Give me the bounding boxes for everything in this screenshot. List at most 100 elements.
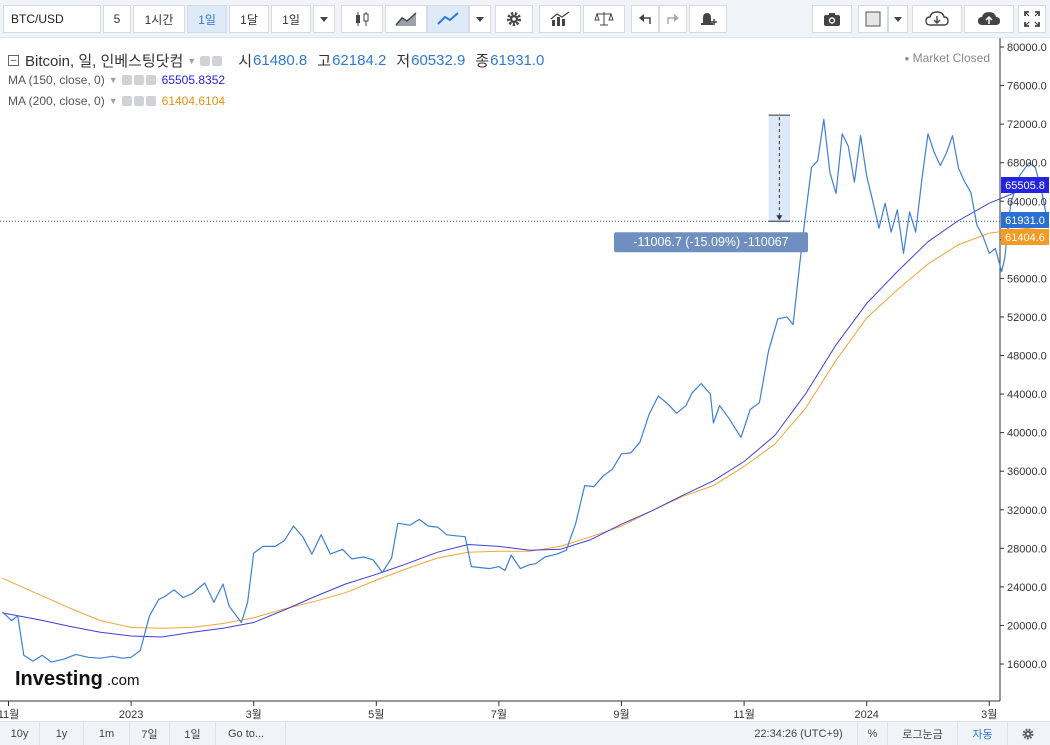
legend-caret-icon[interactable]: ▼ xyxy=(109,75,118,85)
top-toolbar: BTC/USD 5 1시간 1일 1달 1일 xyxy=(0,0,1050,38)
open-value: 61480.8 xyxy=(253,52,308,69)
legend-caret-icon[interactable]: ▼ xyxy=(109,96,118,106)
go-to-date-button[interactable]: Go to... xyxy=(216,722,286,745)
time-axis-label: 5월 xyxy=(368,708,384,721)
market-status: ● Market Closed xyxy=(904,51,990,65)
price-axis-label: 80000.0 xyxy=(1007,42,1047,54)
time-axis-label: 3월 xyxy=(246,708,262,721)
ma200-legend: MA (200, close, 0) ▼ 61404.6104 xyxy=(8,94,225,108)
fullscreen-icon xyxy=(1024,11,1040,27)
series-controls[interactable] xyxy=(200,55,223,66)
main-series-legend: – Bitcoin, 일, 인베스팅닷컴 ▼ 시 61480.8 고 62184.2… xyxy=(8,50,544,71)
cloud-upload-icon xyxy=(978,12,1000,25)
collapse-legend-toggle[interactable]: – xyxy=(8,55,19,66)
price-axis-label: 16000.0 xyxy=(1007,659,1047,671)
bottom-toolbar: 10y 1y 1m 7일 1일 Go to... 22:34:26 (UTC+9… xyxy=(0,721,1050,745)
series-title: Bitcoin, 일, 인베스팅닷컴 xyxy=(25,53,184,70)
save-layout-button[interactable] xyxy=(964,5,1014,33)
price-chart[interactable]: -11006.7 (-15.09%) -110067 16000.0 20000.… xyxy=(0,38,1050,721)
ma150-value: 65505.8352 xyxy=(161,73,226,87)
redo-icon xyxy=(667,14,679,24)
chevron-down-icon xyxy=(476,16,484,22)
redo-button[interactable] xyxy=(659,5,687,33)
low-label: 저 xyxy=(396,53,411,70)
ma200-label: MA (200, close, 0) xyxy=(8,94,105,108)
area-chart-button[interactable] xyxy=(385,5,427,33)
time-axis-label: 2023 xyxy=(119,709,143,721)
interval-custom[interactable]: 1일 xyxy=(271,5,311,33)
symbol-search-input[interactable]: BTC/USD xyxy=(3,5,101,33)
price-axis-label: 32000.0 xyxy=(1007,505,1047,517)
price-axis-label: 44000.0 xyxy=(1007,389,1047,401)
log-scale-toggle[interactable]: 로그눈금 xyxy=(888,722,958,745)
chart-app: BTC/USD 5 1시간 1일 1달 1일 -11006.7 (-15.09%… xyxy=(0,0,1050,745)
measure-label-layer: -11006.7 (-15.09%) -110067 xyxy=(614,232,808,253)
color-swatch-icon xyxy=(865,11,881,27)
time-axis-label: 7월 xyxy=(491,708,507,721)
ma150-label: MA (150, close, 0) xyxy=(8,73,105,87)
ma200-line xyxy=(2,225,1048,629)
undo-icon xyxy=(639,14,651,24)
interval-5[interactable]: 5 xyxy=(103,5,131,33)
price-axis-label: 28000.0 xyxy=(1007,543,1047,555)
alert-button[interactable] xyxy=(689,5,727,33)
load-layout-button[interactable] xyxy=(912,5,962,33)
ma150-controls[interactable] xyxy=(121,75,156,85)
price-axis-label: 52000.0 xyxy=(1007,312,1047,324)
candlestick-icon xyxy=(356,12,369,26)
scales-icon xyxy=(594,12,614,26)
compare-button[interactable] xyxy=(583,5,625,33)
settings-button[interactable] xyxy=(495,5,533,33)
high-value: 62184.2 xyxy=(332,52,387,69)
range-1d[interactable]: 1일 xyxy=(170,722,216,745)
legend-caret-icon[interactable]: ▼ xyxy=(187,56,196,66)
color-dropdown-button[interactable] xyxy=(888,5,908,33)
time-axis-label: 3월 xyxy=(981,708,997,721)
high-label: 고 xyxy=(317,53,332,70)
range-1m[interactable]: 1m xyxy=(84,722,130,745)
measure-label-text: -11006.7 (-15.09%) -110067 xyxy=(633,235,788,249)
logo-suffix: .com xyxy=(107,672,140,689)
candlestick-chart-button[interactable] xyxy=(341,5,383,33)
range-7d[interactable]: 7일 xyxy=(130,722,170,745)
measure-tool[interactable] xyxy=(768,114,791,222)
chart-settings-button[interactable] xyxy=(1008,722,1048,745)
interval-1mo[interactable]: 1달 xyxy=(229,5,269,33)
low-value: 60532.9 xyxy=(411,52,466,69)
time-axis-label: 2024 xyxy=(854,709,878,721)
status-dot-icon: ● xyxy=(904,54,910,63)
indicators-button[interactable] xyxy=(539,5,581,33)
line-chart-button[interactable] xyxy=(427,5,469,33)
bell-plus-icon xyxy=(701,13,717,25)
interval-1h[interactable]: 1시간 xyxy=(133,5,185,33)
ma200-controls[interactable] xyxy=(121,96,156,106)
undo-button[interactable] xyxy=(631,5,659,33)
snapshot-button[interactable] xyxy=(812,5,852,33)
price-axis-label: 76000.0 xyxy=(1007,81,1047,93)
price-axis-label: 20000.0 xyxy=(1007,620,1047,632)
chevron-down-icon xyxy=(320,16,328,22)
clock-timezone[interactable]: 22:34:26 (UTC+9) xyxy=(740,722,858,745)
close-label: 종 xyxy=(475,53,490,70)
interval-dropdown-button[interactable] xyxy=(313,5,335,33)
close-price-tag-label: 61931.0 xyxy=(1005,215,1045,227)
range-1y[interactable]: 1y xyxy=(40,722,84,745)
auto-scale-toggle[interactable]: 자동 xyxy=(958,722,1008,745)
indicators-icon xyxy=(550,11,570,26)
price-axis-labels: 16000.0 20000.0 24000.0 28000.0 32000.0 36000… xyxy=(1000,42,1047,671)
price-axis-label: 72000.0 xyxy=(1007,119,1047,131)
gear-icon xyxy=(1022,728,1034,739)
market-status-text: Market Closed xyxy=(912,51,990,65)
percent-scale-toggle[interactable]: % xyxy=(858,722,888,745)
fullscreen-button[interactable] xyxy=(1018,5,1046,33)
ma150-line xyxy=(2,186,1048,638)
color-picker-button[interactable] xyxy=(858,5,888,33)
chart-type-dropdown-button[interactable] xyxy=(469,5,491,33)
price-layer xyxy=(1,118,1049,663)
range-10y[interactable]: 10y xyxy=(0,722,40,745)
time-axis-label: 11월 xyxy=(733,708,755,721)
ma200-value: 61404.6104 xyxy=(161,94,226,108)
camera-icon xyxy=(824,12,840,26)
interval-1d[interactable]: 1일 xyxy=(187,5,227,33)
ma150-price-tag-label: 65505.8 xyxy=(1005,180,1045,192)
